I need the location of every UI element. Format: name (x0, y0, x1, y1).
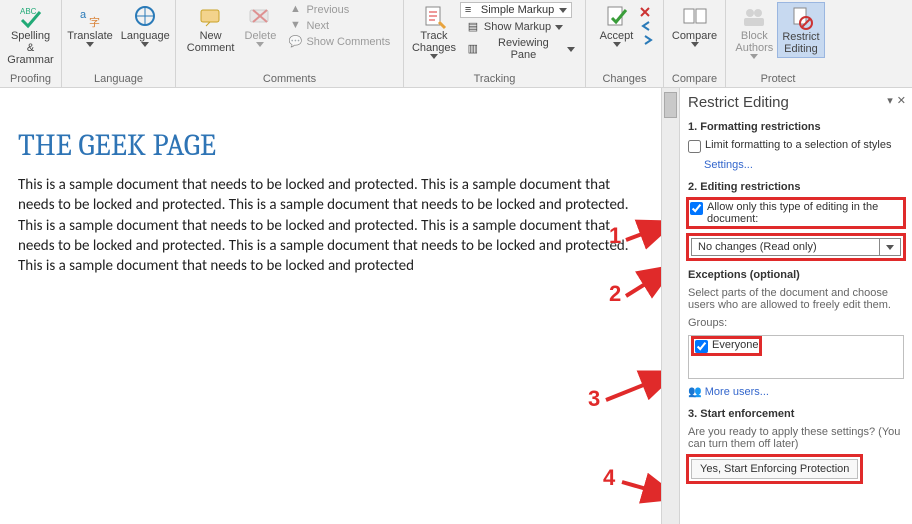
arrow-4 (620, 476, 661, 506)
group-comments: New Comment Delete ▲Previous ▼Next 💬Show… (176, 0, 404, 87)
abc-check-icon: ABC (18, 4, 44, 30)
spelling-grammar-button[interactable]: ABC Spelling & Grammar (3, 2, 57, 68)
more-users-link[interactable]: 👥 More users... (688, 385, 904, 398)
checkbox-label: Everyone (712, 339, 758, 351)
editing-type-wrap: No changes (Read only) (688, 235, 904, 259)
pane-icon: ▥ (466, 42, 480, 56)
allow-editing-checkbox[interactable]: Allow only this type of editing in the d… (688, 199, 904, 227)
section-1-heading: 1. Formatting restrictions (688, 121, 904, 133)
doc-body-text: This is a sample document that needs to … (18, 175, 633, 276)
block-authors-button[interactable]: Block Authors (731, 2, 777, 61)
comment-delete-icon (247, 4, 273, 30)
callout-3: 3 (588, 388, 600, 410)
enforce-wrap: Yes, Start Enforcing Protection (688, 456, 861, 482)
globe-icon (132, 4, 158, 30)
group-language: a字 Translate Language Language (62, 0, 176, 87)
prev-change-icon[interactable] (639, 20, 655, 32)
groups-label: Groups: (688, 317, 904, 329)
limit-formatting-checkbox[interactable]: Limit formatting to a selection of style… (688, 139, 904, 153)
track-changes-icon (421, 4, 447, 30)
compare-icon (682, 4, 708, 30)
svg-text:a: a (80, 9, 87, 21)
close-icon[interactable]: ✕ (897, 94, 906, 107)
previous-comment-button[interactable]: ▲Previous (282, 2, 396, 18)
translate-icon: a字 (77, 4, 103, 30)
pane-menu-icon[interactable]: ▾ (887, 94, 893, 107)
scrollbar-thumb[interactable] (664, 92, 677, 118)
document-page: THE GEEK PAGE This is a sample document … (8, 96, 653, 296)
groups-listbox[interactable]: Everyone (688, 335, 904, 379)
checkbox-label: Allow only this type of editing in the d… (707, 201, 902, 225)
checkbox-label: Limit formatting to a selection of style… (705, 139, 891, 151)
restrict-editing-button[interactable]: Restrict Editing (777, 2, 824, 58)
restrict-editing-pane: ▾ ✕ Restrict Editing 1. Formatting restr… (679, 88, 912, 524)
chevron-down-icon (879, 239, 900, 255)
arrow-3 (604, 366, 661, 406)
group-tracking: Track Changes ≡Simple Markup ▤Show Marku… (404, 0, 586, 87)
workspace: THE GEEK PAGE This is a sample document … (0, 88, 912, 524)
next-comment-button[interactable]: ▼Next (282, 18, 396, 34)
block-authors-icon (741, 4, 767, 30)
everyone-checkbox[interactable]: Everyone (693, 338, 760, 354)
checkbox-icon[interactable] (695, 340, 708, 353)
checkbox-icon[interactable] (690, 202, 703, 215)
callout-2: 2 (609, 283, 621, 305)
start-enforcing-button[interactable]: Yes, Start Enforcing Protection (691, 459, 858, 479)
language-button[interactable]: Language (117, 2, 174, 49)
track-changes-button[interactable]: Track Changes (408, 2, 460, 61)
group-title: Proofing (4, 71, 57, 87)
group-title: Protect (730, 71, 826, 87)
ribbon: ABC Spelling & Grammar Proofing a字 Trans… (0, 0, 912, 88)
group-changes: Accept Changes (586, 0, 664, 87)
group-title: Changes (590, 71, 659, 87)
reviewing-pane-button[interactable]: ▥Reviewing Pane (460, 36, 581, 62)
show-comments-button[interactable]: 💬Show Comments (282, 34, 396, 50)
svg-text:字: 字 (89, 15, 100, 29)
section-2-heading: 2. Editing restrictions (688, 181, 904, 193)
group-title: Language (66, 71, 171, 87)
dropdown-value: No changes (Read only) (692, 239, 879, 255)
pane-title: Restrict Editing (688, 94, 904, 111)
exceptions-text: Select parts of the document and choose … (688, 287, 904, 311)
comment-add-icon (198, 4, 224, 30)
show-markup-button[interactable]: ▤Show Markup (460, 19, 581, 35)
callout-4: 4 (603, 467, 615, 489)
editing-type-dropdown[interactable]: No changes (Read only) (691, 238, 901, 256)
group-compare: Compare Compare (664, 0, 726, 87)
accept-icon (604, 4, 630, 30)
group-title: Tracking (408, 71, 581, 87)
reject-icon[interactable] (639, 6, 655, 18)
group-title: Comments (180, 71, 399, 87)
document-area[interactable]: THE GEEK PAGE This is a sample document … (0, 88, 661, 524)
delete-comment-button[interactable]: Delete (238, 2, 282, 49)
doc-heading: THE GEEK PAGE (18, 128, 633, 163)
translate-button[interactable]: a字 Translate (63, 2, 116, 49)
restrict-icon (788, 5, 814, 31)
pane-controls: ▾ ✕ (887, 94, 906, 107)
arrow-down-icon: ▼ (288, 19, 302, 33)
vertical-scrollbar[interactable] (661, 88, 679, 524)
markup-dropdown[interactable]: ≡Simple Markup (460, 2, 572, 18)
markup-icon: ≡ (465, 4, 477, 16)
group-proofing: ABC Spelling & Grammar Proofing (0, 0, 62, 87)
formatting-settings-link[interactable]: Settings... (704, 159, 904, 171)
doc-markup-icon: ▤ (466, 20, 480, 34)
compare-button[interactable]: Compare (668, 2, 721, 49)
next-change-icon[interactable] (639, 34, 655, 46)
group-protect: Block Authors Restrict Editing Protect (726, 0, 830, 87)
exceptions-heading: Exceptions (optional) (688, 269, 904, 281)
group-title: Compare (668, 71, 721, 87)
users-icon: 👥 (688, 386, 702, 398)
svg-text:ABC: ABC (20, 7, 37, 16)
enforcement-text: Are you ready to apply these settings? (… (688, 426, 904, 450)
comments-icon: 💬 (288, 35, 302, 49)
arrow-up-icon: ▲ (288, 3, 302, 17)
accept-button[interactable]: Accept (595, 2, 639, 49)
section-3-heading: 3. Start enforcement (688, 408, 904, 420)
checkbox-icon[interactable] (688, 140, 701, 153)
new-comment-button[interactable]: New Comment (183, 2, 239, 56)
callout-1: 1 (609, 225, 621, 247)
